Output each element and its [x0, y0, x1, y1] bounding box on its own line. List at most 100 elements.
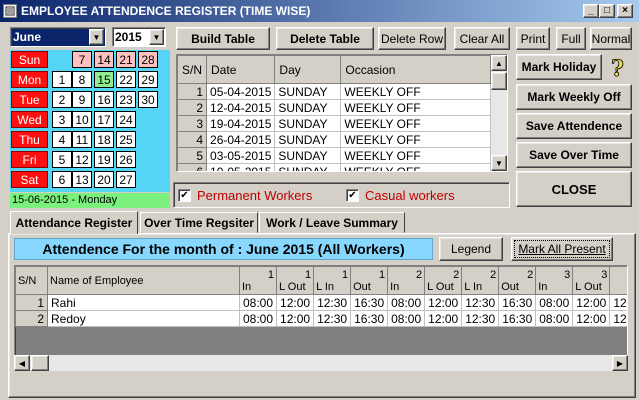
full-button[interactable]: Full [556, 27, 586, 50]
column-header[interactable]: Name of Employee [47, 266, 240, 295]
column-header[interactable]: Occasion [340, 55, 491, 84]
employee-name[interactable]: Redoy [47, 310, 240, 327]
calendar-day[interactable]: 16 [94, 91, 114, 108]
table-cell[interactable]: 12:00 [276, 294, 315, 311]
table-cell[interactable]: 12 [609, 294, 627, 311]
table-cell[interactable]: 12:00 [572, 294, 611, 311]
column-header[interactable]: 1 L In [313, 266, 352, 295]
table-row[interactable]: 1 05-04-2015 SUNDAY WEEKLY OFF [177, 83, 491, 100]
table-cell[interactable]: SUNDAY [274, 83, 342, 100]
column-header[interactable]: Date [206, 55, 276, 84]
calendar-day[interactable]: 26 [116, 151, 136, 168]
calendar-day[interactable]: 2 [52, 91, 72, 108]
close-button[interactable]: CLOSE [516, 171, 632, 207]
table-cell[interactable]: 16:30 [498, 310, 537, 327]
table-cell[interactable]: 08:00 [387, 294, 426, 311]
delete-row-button[interactable]: Delete Row [378, 27, 446, 50]
table-cell[interactable]: 3 [177, 115, 208, 132]
vertical-scrollbar[interactable]: ▲ ▼ [491, 55, 507, 171]
table-cell[interactable]: WEEKLY OFF [340, 163, 491, 171]
table-cell[interactable]: 12:00 [572, 310, 611, 327]
employee-name[interactable]: Rahi [47, 294, 240, 311]
table-cell[interactable]: WEEKLY OFF [340, 99, 491, 116]
table-cell[interactable]: WEEKLY OFF [340, 83, 491, 100]
calendar-day[interactable]: 23 [116, 91, 136, 108]
horizontal-scrollbar[interactable]: ◀ ▶ [14, 355, 628, 371]
scroll-thumb[interactable] [31, 355, 49, 371]
calendar-day[interactable]: 1 [52, 71, 72, 88]
calendar-day[interactable]: 7 [72, 51, 92, 68]
table-row[interactable]: 3 19-04-2015 SUNDAY WEEKLY OFF [177, 115, 491, 132]
table-cell[interactable]: 4 [177, 131, 208, 148]
scroll-left-icon[interactable]: ◀ [14, 355, 30, 371]
column-header[interactable]: S/N [15, 266, 48, 295]
column-header[interactable]: 1L Out [276, 266, 315, 295]
table-row[interactable]: 4 26-04-2015 SUNDAY WEEKLY OFF [177, 131, 491, 148]
table-cell[interactable]: WEEKLY OFF [340, 131, 491, 148]
scroll-up-icon[interactable]: ▲ [491, 55, 507, 71]
calendar-day[interactable]: 21 [116, 51, 136, 68]
table-cell[interactable]: 03-05-2015 [206, 147, 276, 164]
table-cell[interactable]: 16:30 [498, 294, 537, 311]
mark-all-present-button[interactable]: Mark All Present [511, 237, 613, 261]
table-cell[interactable]: 6 [177, 163, 208, 171]
delete-table-button[interactable]: Delete Table [276, 27, 374, 50]
save-attendence-button[interactable]: Save Attendence [516, 113, 632, 139]
calendar-day[interactable]: 12 [72, 151, 92, 168]
table-cell[interactable]: 12:00 [276, 310, 315, 327]
checkbox-checked-icon[interactable]: ✔ [346, 189, 359, 202]
calendar-day[interactable]: 15 [94, 71, 114, 88]
calendar-day[interactable]: 20 [94, 171, 114, 188]
table-cell[interactable]: SUNDAY [274, 99, 342, 116]
scroll-thumb[interactable] [491, 72, 507, 90]
column-header[interactable]: 3L Out [572, 266, 611, 295]
table-cell[interactable]: 05-04-2015 [206, 83, 276, 100]
table-cell[interactable]: 12:30 [461, 310, 500, 327]
calendar-day[interactable]: 13 [72, 171, 92, 188]
table-cell[interactable]: 12:00 [424, 310, 463, 327]
table-cell[interactable]: 12:30 [313, 294, 352, 311]
column-header[interactable]: 2 L In [461, 266, 500, 295]
calendar-day[interactable]: 22 [116, 71, 136, 88]
checkbox-checked-icon[interactable]: ✔ [178, 189, 191, 202]
close-window-button[interactable]: × [617, 4, 633, 18]
column-header[interactable]: 2L Out [424, 266, 463, 295]
calendar-day[interactable]: 28 [138, 51, 158, 68]
table-cell[interactable]: 1 [177, 83, 208, 100]
clear-all-button[interactable]: Clear All [454, 27, 510, 50]
tab-attendance-register[interactable]: Attendance Register [10, 211, 138, 234]
calendar-day[interactable]: 9 [72, 91, 92, 108]
chevron-down-icon[interactable]: ▼ [149, 29, 164, 45]
table-cell[interactable]: 16:30 [350, 310, 389, 327]
calendar-day[interactable]: 5 [52, 151, 72, 168]
column-header[interactable]: 2 Out [498, 266, 537, 295]
table-cell[interactable]: SUNDAY [274, 131, 342, 148]
table-cell[interactable]: 08:00 [387, 310, 426, 327]
table-cell[interactable]: 16:30 [350, 294, 389, 311]
table-cell[interactable]: 08:00 [535, 310, 574, 327]
table-cell[interactable]: 12-04-2015 [206, 99, 276, 116]
calendar-day[interactable]: 24 [116, 111, 136, 128]
column-header[interactable]: 1 In [238, 266, 278, 295]
table-row[interactable]: 5 03-05-2015 SUNDAY WEEKLY OFF [177, 147, 491, 164]
normal-button[interactable]: Normal [590, 27, 632, 50]
table-cell[interactable]: 12 [609, 310, 627, 327]
column-header[interactable] [609, 266, 627, 295]
table-cell[interactable]: 5 [177, 147, 208, 164]
table-cell[interactable]: 19-04-2015 [206, 115, 276, 132]
table-cell[interactable]: 1 [15, 294, 48, 311]
calendar-day[interactable]: 4 [52, 131, 72, 148]
table-cell[interactable]: WEEKLY OFF [340, 115, 491, 132]
column-header[interactable]: 3 In [535, 266, 574, 295]
table-cell[interactable]: 12:30 [461, 294, 500, 311]
mark-holiday-button[interactable]: Mark Holiday [516, 54, 602, 80]
column-header[interactable]: 1 Out [350, 266, 389, 295]
table-row[interactable]: 2 12-04-2015 SUNDAY WEEKLY OFF [177, 99, 491, 116]
build-table-button[interactable]: Build Table [176, 27, 270, 50]
legend-button[interactable]: Legend [439, 237, 503, 261]
column-header[interactable]: 2 In [387, 266, 426, 295]
table-row[interactable]: 1 Rahi 08:00 12:00 12:30 16:30 08:00 12:00 12:30… [15, 294, 627, 311]
tab-work-leave-summary[interactable]: Work / Leave Summary [259, 212, 405, 233]
save-over-time-button[interactable]: Save Over Time [516, 142, 632, 168]
calendar-day[interactable]: 10 [72, 111, 92, 128]
